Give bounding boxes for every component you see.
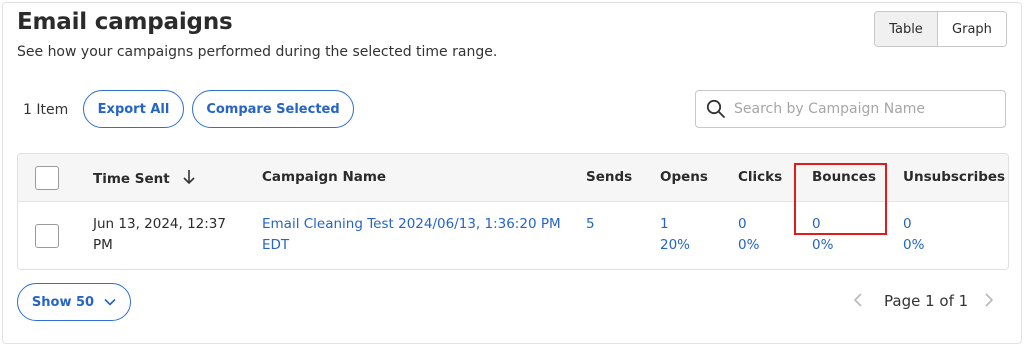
- page-indicator: Page 1 of 1: [884, 292, 969, 310]
- export-all-button[interactable]: Export All: [83, 90, 184, 128]
- row-checkbox[interactable]: [35, 224, 59, 248]
- chevron-right-icon[interactable]: [983, 292, 995, 308]
- graph-view-button[interactable]: Graph: [938, 12, 1006, 46]
- opens-link[interactable]: 1 20%: [660, 214, 690, 256]
- table-header: Time Sent Campaign Name Sends Opens Clic…: [18, 154, 1008, 202]
- column-campaign-name[interactable]: Campaign Name: [262, 169, 386, 185]
- unsubscribes-count: 0: [903, 216, 912, 232]
- time-sent-cell: Jun 13, 2024, 12:37 PM: [93, 214, 226, 256]
- page-subtitle: See how your campaigns performed during …: [17, 44, 498, 60]
- column-opens[interactable]: Opens: [660, 169, 708, 185]
- table-row: Jun 13, 2024, 12:37 PM Email Cleaning Te…: [18, 202, 1008, 269]
- compare-selected-button[interactable]: Compare Selected: [192, 90, 354, 128]
- unsubscribes-link[interactable]: 0 0%: [903, 214, 924, 256]
- campaign-name-line1: Email Cleaning Test 2024/06/13, 1:36:20 …: [262, 216, 561, 232]
- column-clicks[interactable]: Clicks: [738, 169, 782, 185]
- column-time-sent-label: Time Sent: [93, 171, 170, 187]
- opens-count: 1: [660, 216, 669, 232]
- column-unsubscribes[interactable]: Unsubscribes: [903, 169, 1005, 185]
- clicks-count: 0: [738, 216, 747, 232]
- clicks-rate: 0%: [738, 237, 760, 253]
- search-icon: [706, 99, 725, 118]
- chevron-down-icon: [104, 298, 116, 306]
- bounces-rate: 0%: [812, 237, 834, 253]
- clicks-link[interactable]: 0 0%: [738, 214, 759, 256]
- search-input[interactable]: [734, 101, 994, 117]
- column-time-sent[interactable]: Time Sent: [93, 169, 196, 187]
- campaign-name-line2: EDT: [262, 237, 290, 253]
- time-sent-date: Jun 13, 2024, 12:37: [93, 216, 226, 232]
- time-sent-period: PM: [93, 237, 113, 253]
- table-view-button[interactable]: Table: [875, 12, 938, 46]
- campaign-name-link[interactable]: Email Cleaning Test 2024/06/13, 1:36:20 …: [262, 214, 561, 256]
- show-per-page-dropdown[interactable]: Show 50: [17, 283, 131, 321]
- show-per-page-label: Show 50: [31, 294, 95, 310]
- bounces-link[interactable]: 0 0%: [812, 214, 833, 256]
- view-toggle: Table Graph: [874, 11, 1007, 47]
- item-count: 1 Item: [23, 102, 69, 118]
- unsubscribes-rate: 0%: [903, 237, 925, 253]
- opens-rate: 20%: [660, 237, 691, 253]
- page-title: Email campaigns: [17, 9, 233, 35]
- column-bounces[interactable]: Bounces: [812, 169, 876, 185]
- bounces-count: 0: [812, 216, 821, 232]
- campaigns-table: Time Sent Campaign Name Sends Opens Clic…: [17, 153, 1009, 270]
- column-sends[interactable]: Sends: [586, 169, 632, 185]
- chevron-left-icon[interactable]: [852, 292, 864, 308]
- arrow-down-icon: [183, 170, 195, 185]
- search-box: [695, 90, 1006, 128]
- sends-link[interactable]: 5: [586, 214, 595, 235]
- select-all-checkbox[interactable]: [35, 166, 59, 190]
